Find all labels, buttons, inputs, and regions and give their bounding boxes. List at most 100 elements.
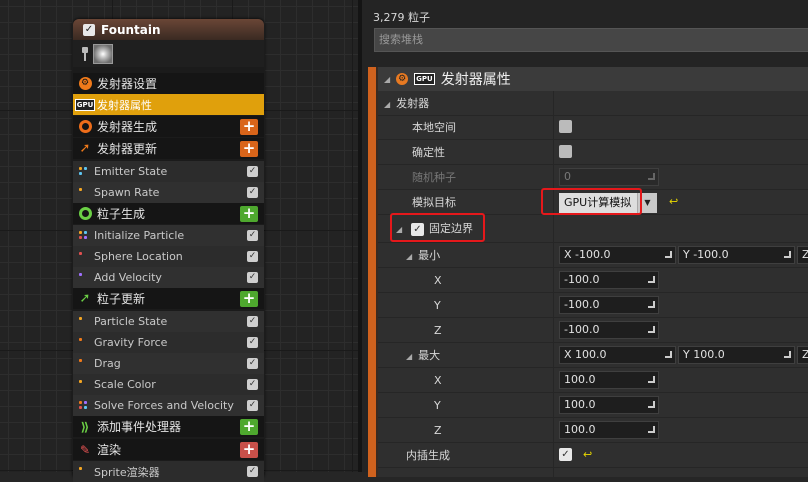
emitter-properties-panel: ◢ ⚙ GPU 发射器属性 ◢ 发射器 本地空间 确定性 随机种子 0 模拟目标 …: [378, 67, 808, 477]
panel-title: 发射器属性: [440, 72, 511, 88]
prop-min: ◢ 最小 X -100.0 Y -100.0 Z: [378, 243, 808, 268]
module-enable-checkbox[interactable]: ✓: [247, 272, 258, 283]
module-enable-checkbox[interactable]: ✓: [247, 358, 258, 369]
section-row[interactable]: 粒子生成 +: [73, 203, 264, 224]
emitter-node-title: Fountain: [101, 22, 161, 37]
expand-arrow-icon[interactable]: ◢: [406, 252, 412, 261]
max-y-inline-field[interactable]: Y 100.0: [678, 346, 795, 364]
panel-header[interactable]: ◢ ⚙ GPU 发射器属性: [378, 67, 808, 91]
emitter-node-toolbar: [73, 40, 264, 67]
module-label: Solve Forces and Velocity: [94, 399, 234, 412]
prop-interp-spawn: 内插生成 ✓ ↩: [378, 443, 808, 468]
add-module-button[interactable]: +: [240, 418, 258, 435]
module-row[interactable]: Sphere Location ✓: [73, 246, 264, 267]
highlight-fixed-bounds: [390, 213, 485, 242]
section-row[interactable]: ⟫ 添加事件处理器 +: [73, 416, 264, 437]
module-label: Particle State: [94, 315, 168, 328]
module-enable-checkbox[interactable]: ✓: [247, 337, 258, 348]
prop-label: 确定性: [412, 146, 445, 159]
module-color-dots-icon: [79, 336, 89, 350]
random-seed-field[interactable]: 0: [559, 168, 659, 186]
module-label: Spawn Rate: [94, 186, 160, 199]
add-module-button[interactable]: +: [240, 441, 258, 458]
module-color-dots-icon: [79, 229, 89, 243]
module-row[interactable]: Gravity Force ✓: [73, 332, 264, 353]
module-row[interactable]: Solve Forces and Velocity ✓: [73, 395, 264, 416]
module-color-dots-icon: [79, 378, 89, 392]
module-enable-checkbox[interactable]: ✓: [247, 230, 258, 241]
event-handler-icon: ⟫: [80, 419, 90, 434]
module-row[interactable]: Drag ✓: [73, 353, 264, 374]
min-x-inline-field[interactable]: X -100.0: [559, 246, 676, 264]
prop-label: 内插生成: [406, 449, 450, 462]
prop-max: ◢ 最大 X 100.0 Y 100.0 Z: [378, 343, 808, 368]
module-enable-checkbox[interactable]: ✓: [247, 166, 258, 177]
section-row[interactable]: ⚙ 发射器设置: [73, 73, 264, 94]
module-row[interactable]: Initialize Particle ✓: [73, 225, 264, 246]
module-label: Add Velocity: [94, 271, 162, 284]
local-space-checkbox[interactable]: [559, 120, 572, 133]
emitter-thumbnail[interactable]: [93, 43, 113, 64]
emitter-node[interactable]: ✓ Fountain ⚙ 发射器设置 GPU 发射器属性 发射器生成 + ➚ 发射器更新 + Em…: [73, 19, 264, 482]
category-emitter[interactable]: ◢ 发射器: [378, 91, 808, 116]
module-enable-checkbox[interactable]: ✓: [247, 379, 258, 390]
particle-update-icon: ➚: [79, 291, 91, 306]
module-enable-checkbox[interactable]: ✓: [247, 187, 258, 198]
min-x-field[interactable]: -100.0: [559, 271, 659, 289]
module-color-dots-icon: [79, 165, 89, 179]
determinism-checkbox[interactable]: [559, 145, 572, 158]
prop-label: 最大: [418, 349, 441, 362]
module-enable-checkbox[interactable]: ✓: [247, 400, 258, 411]
module-row[interactable]: Scale Color ✓: [73, 374, 264, 395]
section-label: 发射器设置: [97, 77, 158, 91]
max-x-field[interactable]: 100.0: [559, 371, 659, 389]
expand-arrow-icon[interactable]: ◢: [406, 352, 412, 361]
prop-random-seed: 随机种子 0: [378, 165, 808, 190]
particle-count: 3,279 粒子: [373, 11, 430, 24]
emitter-node-header[interactable]: ✓ Fountain: [73, 19, 264, 40]
section-row[interactable]: GPU 发射器属性: [73, 94, 264, 115]
reset-icon[interactable]: ↩: [669, 195, 678, 208]
module-color-dots-icon: [79, 186, 89, 200]
pin-icon[interactable]: [80, 46, 89, 61]
category-label: 发射器: [396, 97, 430, 110]
module-row[interactable]: Particle State ✓: [73, 311, 264, 332]
emitter-update-icon: ➚: [79, 141, 91, 156]
gpu-icon: GPU: [414, 73, 435, 85]
gpu-icon: GPU: [74, 98, 96, 111]
expand-arrow-icon[interactable]: ◢: [384, 100, 390, 109]
prop-label: 模拟目标: [412, 196, 456, 209]
module-enable-checkbox[interactable]: ✓: [247, 316, 258, 327]
max-z-field[interactable]: 100.0: [559, 421, 659, 439]
section-row[interactable]: ➚ 发射器更新 +: [73, 138, 264, 159]
emitter-settings-icon: ⚙: [78, 77, 92, 91]
max-z-inline-field[interactable]: Z: [797, 346, 808, 364]
max-x-inline-field[interactable]: X 100.0: [559, 346, 676, 364]
add-module-button[interactable]: +: [240, 290, 258, 307]
module-row[interactable]: Add Velocity ✓: [73, 267, 264, 288]
collapse-arrow-icon[interactable]: ◢: [384, 75, 390, 84]
prop-label: Y: [434, 399, 441, 412]
min-y-field[interactable]: -100.0: [559, 296, 659, 314]
emitter-spawn-icon: [78, 120, 92, 134]
module-enable-checkbox[interactable]: ✓: [247, 251, 258, 262]
emitter-enable-checkbox[interactable]: ✓: [83, 23, 95, 36]
module-label: Drag: [94, 357, 121, 370]
min-y-inline-field[interactable]: Y -100.0: [678, 246, 795, 264]
search-stack-input[interactable]: 搜索堆栈: [374, 28, 808, 52]
module-label: Emitter State: [94, 165, 168, 178]
add-module-button[interactable]: +: [240, 140, 258, 157]
max-y-field[interactable]: 100.0: [559, 396, 659, 414]
interp-spawn-checkbox[interactable]: ✓: [559, 448, 572, 461]
add-module-button[interactable]: +: [240, 205, 258, 222]
section-row[interactable]: 发射器生成 +: [73, 116, 264, 137]
prop-label: 随机种子: [412, 171, 456, 184]
module-row[interactable]: Spawn Rate ✓: [73, 182, 264, 203]
section-row[interactable]: ✎ 渲染 +: [73, 439, 264, 460]
module-row[interactable]: Emitter State ✓: [73, 161, 264, 182]
min-z-field[interactable]: -100.0: [559, 321, 659, 339]
min-z-inline-field[interactable]: Z: [797, 246, 808, 264]
reset-icon[interactable]: ↩: [583, 448, 592, 461]
section-row[interactable]: ➚ 粒子更新 +: [73, 288, 264, 309]
add-module-button[interactable]: +: [240, 118, 258, 135]
